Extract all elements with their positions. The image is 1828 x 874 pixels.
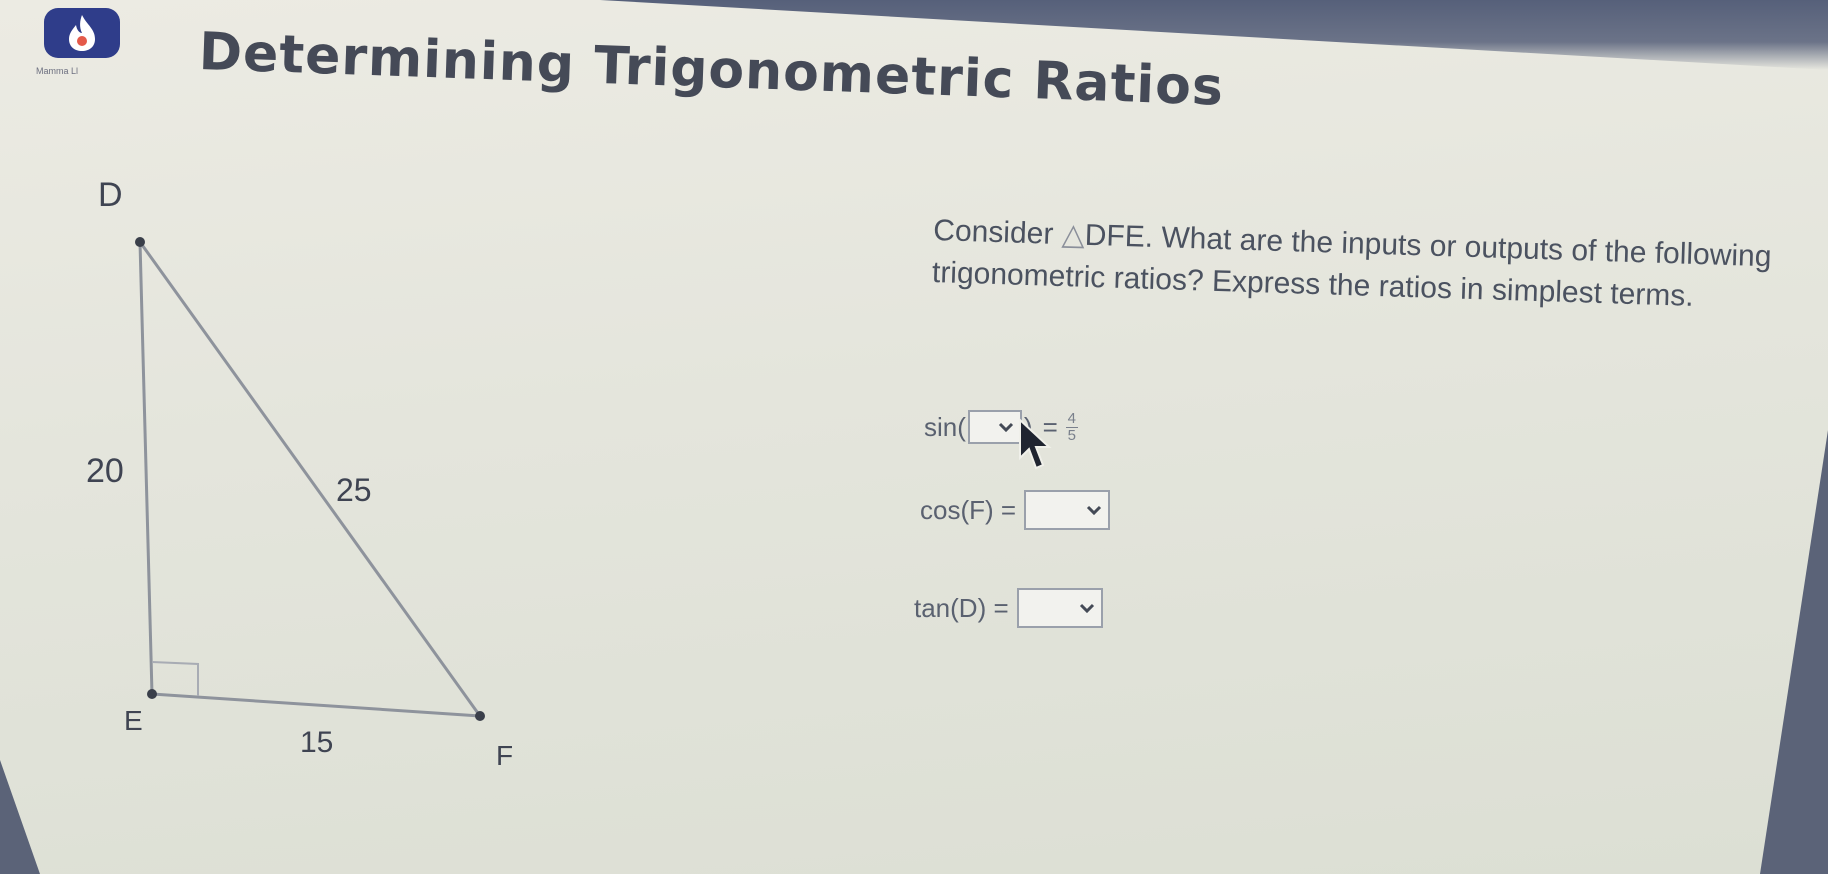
sin-function-label: sin( [924,411,966,442]
sin-angle-dropdown[interactable] [967,410,1022,444]
cos-label: cos(F) = [920,494,1017,525]
triangle-name: DFE [1084,218,1146,254]
triangle-figure [135,237,485,721]
app-logo [44,8,120,58]
side-label-ef: 15 [300,726,334,759]
vertex-label-e: E [124,705,143,736]
sin-fraction: 4 5 [1065,409,1078,444]
sin-numerator: 4 [1067,409,1076,427]
flame-icon [69,15,95,51]
logo-caption: Mamma Ll [36,66,79,76]
tan-value-dropdown[interactable] [1016,588,1103,628]
vertex-label-f: F [496,740,514,771]
sin-denominator: 5 [1067,426,1076,444]
chevron-down-icon [1087,505,1102,515]
tan-equation: tan(D) = [914,588,1105,628]
side-label-df: 25 [336,472,372,508]
cos-equation: cos(F) = [920,490,1112,530]
vertex-d-point [135,237,145,247]
tan-label: tan(D) = [914,592,1009,623]
chevron-down-icon [1079,603,1094,613]
vertex-e-point [147,689,157,699]
vertex-f-point [475,711,485,721]
side-label-de: 20 [86,452,124,490]
cos-value-dropdown[interactable] [1024,490,1111,530]
chevron-down-icon [998,422,1013,432]
triangle-symbol: △ [1061,218,1086,252]
vertex-label-d: D [98,176,123,214]
mouse-pointer-icon [1019,418,1052,470]
prompt-text-start: Consider [932,213,1063,252]
